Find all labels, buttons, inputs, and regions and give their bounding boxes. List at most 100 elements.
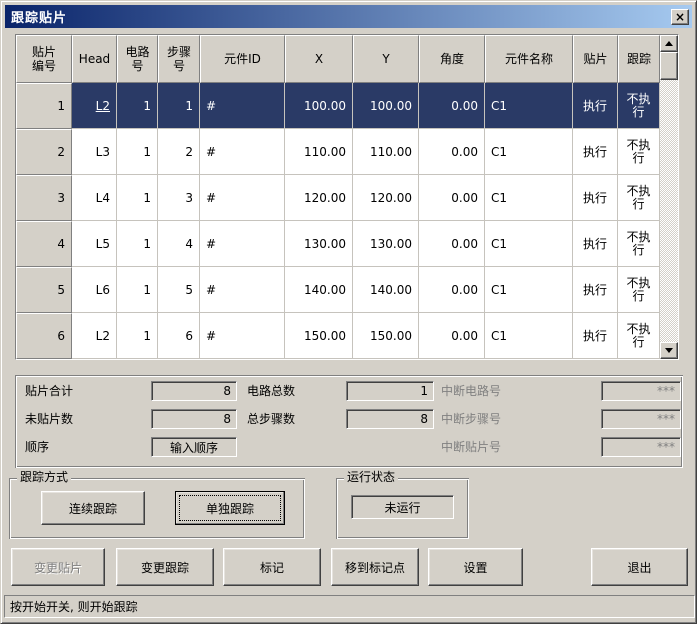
cell-circuit[interactable]: 1 (117, 267, 158, 313)
change-track-button[interactable]: 变更跟踪 (116, 548, 214, 586)
cell-y[interactable]: 100.00 (353, 83, 419, 129)
unplaced-count-field: 8 (151, 409, 237, 429)
cell-track[interactable]: 不执 行 (618, 175, 660, 221)
cell-y[interactable]: 110.00 (353, 129, 419, 175)
interrupt-step-field: *** (601, 409, 681, 429)
cell-place[interactable]: 执行 (573, 129, 618, 175)
cell-angle[interactable]: 0.00 (419, 175, 485, 221)
scroll-up-button[interactable] (660, 35, 678, 52)
cell-component_name[interactable]: C1 (485, 175, 573, 221)
scrollbar-thumb[interactable] (660, 52, 678, 80)
cell-x[interactable]: 140.00 (285, 267, 353, 313)
row-number-cell[interactable]: 2 (16, 129, 72, 175)
cell-circuit[interactable]: 1 (117, 313, 158, 359)
cell-x[interactable]: 130.00 (285, 221, 353, 267)
row-number-cell[interactable]: 5 (16, 267, 72, 313)
cell-y[interactable]: 150.00 (353, 313, 419, 359)
cell-component_name[interactable]: C1 (485, 83, 573, 129)
cell-component_id[interactable]: # (200, 175, 285, 221)
cell-x[interactable]: 110.00 (285, 129, 353, 175)
cell-component_name[interactable]: C1 (485, 267, 573, 313)
vertical-scrollbar[interactable] (660, 35, 678, 359)
column-header-circuit[interactable]: 电路 号 (117, 35, 158, 83)
cell-circuit[interactable]: 1 (117, 129, 158, 175)
row-number-cell[interactable]: 4 (16, 221, 72, 267)
cell-track[interactable]: 不执 行 (618, 83, 660, 129)
status-bar: 按开始开关, 则开始跟踪 (4, 595, 695, 618)
cell-step[interactable]: 6 (158, 313, 200, 359)
cell-place[interactable]: 执行 (573, 221, 618, 267)
column-header-x[interactable]: X (285, 35, 353, 83)
cell-step[interactable]: 4 (158, 221, 200, 267)
window-title: 跟踪贴片 (11, 11, 68, 26)
column-header-no[interactable]: 贴片 编号 (16, 35, 72, 83)
cell-place[interactable]: 执行 (573, 175, 618, 221)
cell-angle[interactable]: 0.00 (419, 267, 485, 313)
row-number-cell[interactable]: 3 (16, 175, 72, 221)
cell-track[interactable]: 不执 行 (618, 313, 660, 359)
cell-angle[interactable]: 0.00 (419, 313, 485, 359)
row-number-cell[interactable]: 1 (16, 83, 72, 129)
cell-component_id[interactable]: # (200, 83, 285, 129)
cell-component_name[interactable]: C1 (485, 313, 573, 359)
cell-y[interactable]: 140.00 (353, 267, 419, 313)
cell-component_name[interactable]: C1 (485, 129, 573, 175)
cell-step[interactable]: 5 (158, 267, 200, 313)
cell-circuit[interactable]: 1 (117, 83, 158, 129)
close-button[interactable]: × (671, 8, 689, 25)
step-total-field: 8 (346, 409, 434, 429)
cell-head[interactable]: L3 (72, 129, 117, 175)
column-header-step[interactable]: 步骤 号 (158, 35, 200, 83)
cell-y[interactable]: 130.00 (353, 221, 419, 267)
scrollbar-track[interactable] (660, 80, 678, 342)
row-number-cell[interactable]: 6 (16, 313, 72, 359)
cell-track[interactable]: 不执 行 (618, 267, 660, 313)
cell-circuit[interactable]: 1 (117, 221, 158, 267)
column-header-track[interactable]: 跟踪 (618, 35, 660, 83)
cell-step[interactable]: 1 (158, 83, 200, 129)
cell-component_id[interactable]: # (200, 313, 285, 359)
cell-angle[interactable]: 0.00 (419, 221, 485, 267)
continuous-track-button[interactable]: 连续跟踪 (41, 491, 145, 525)
cell-y[interactable]: 120.00 (353, 175, 419, 221)
cell-step[interactable]: 3 (158, 175, 200, 221)
cell-component_id[interactable]: # (200, 267, 285, 313)
cell-track[interactable]: 不执 行 (618, 129, 660, 175)
column-header-component_name[interactable]: 元件名称 (485, 35, 573, 83)
placement-grid: 贴片 编号 Head 电路 号步骤 号元件ID X Y 角度 元件名称 贴片 跟踪 1 L2 1 1 #1… (16, 35, 660, 359)
column-header-y[interactable]: Y (353, 35, 419, 83)
single-track-button[interactable]: 单独跟踪 (175, 491, 285, 525)
cell-component_id[interactable]: # (200, 221, 285, 267)
order-label: 顺序 (25, 440, 50, 454)
cell-x[interactable]: 100.00 (285, 83, 353, 129)
close-icon: × (674, 9, 686, 24)
cell-head[interactable]: L2 (72, 313, 117, 359)
column-header-component_id[interactable]: 元件ID (200, 35, 285, 83)
settings-button[interactable]: 设置 (428, 548, 523, 586)
cell-circuit[interactable]: 1 (117, 175, 158, 221)
column-header-place[interactable]: 贴片 (573, 35, 618, 83)
cell-place[interactable]: 执行 (573, 83, 618, 129)
mark-button[interactable]: 标记 (223, 548, 321, 586)
cell-head[interactable]: L6 (72, 267, 117, 313)
cell-head[interactable]: L4 (72, 175, 117, 221)
stats-panel: 贴片合计 8 电路总数 1 中断电路号 *** 未贴片数 8 总步骤数 8 中断… (15, 375, 683, 468)
cell-step[interactable]: 2 (158, 129, 200, 175)
cell-head[interactable]: L5 (72, 221, 117, 267)
column-header-angle[interactable]: 角度 (419, 35, 485, 83)
cell-component_id[interactable]: # (200, 129, 285, 175)
cell-head[interactable]: L2 (72, 83, 117, 129)
exit-button[interactable]: 退出 (591, 548, 688, 586)
cell-component_name[interactable]: C1 (485, 221, 573, 267)
cell-angle[interactable]: 0.00 (419, 83, 485, 129)
column-header-head[interactable]: Head (72, 35, 117, 83)
scroll-down-button[interactable] (660, 342, 678, 359)
cell-x[interactable]: 150.00 (285, 313, 353, 359)
cell-x[interactable]: 120.00 (285, 175, 353, 221)
cell-place[interactable]: 执行 (573, 267, 618, 313)
title-bar[interactable]: 跟踪贴片 × (5, 5, 692, 28)
cell-angle[interactable]: 0.00 (419, 129, 485, 175)
cell-track[interactable]: 不执 行 (618, 221, 660, 267)
cell-place[interactable]: 执行 (573, 313, 618, 359)
move-to-mark-button[interactable]: 移到标记点 (331, 548, 419, 586)
